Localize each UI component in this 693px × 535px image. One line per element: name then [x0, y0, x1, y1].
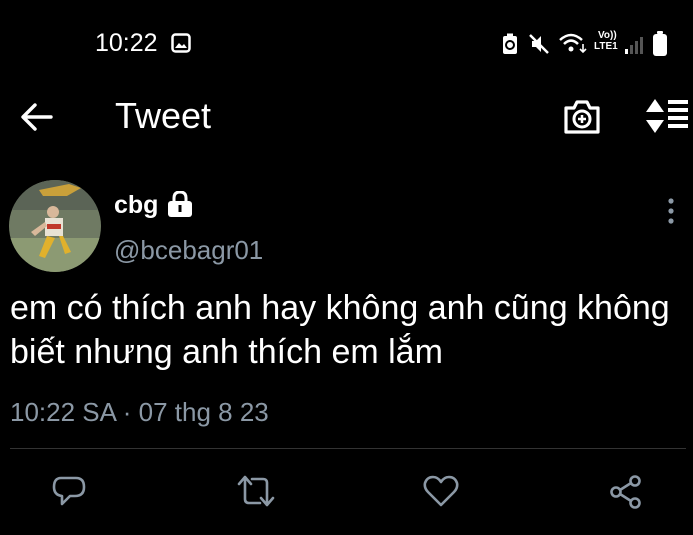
share-button[interactable] — [608, 474, 644, 510]
user-handle[interactable]: @bcebagr01 — [114, 234, 263, 266]
heart-icon — [423, 475, 459, 507]
camera-button[interactable] — [562, 98, 602, 136]
like-button[interactable] — [423, 475, 459, 507]
network-volte: Vo)) — [598, 30, 617, 41]
battery-icon — [652, 31, 668, 57]
reply-button[interactable] — [52, 474, 86, 508]
status-time: 10:22 — [95, 29, 158, 57]
lock-icon — [166, 191, 194, 217]
back-button[interactable] — [20, 101, 54, 133]
camera-add-icon — [564, 100, 600, 134]
sort-button[interactable] — [643, 98, 689, 134]
sort-icon — [646, 99, 688, 133]
mute-icon — [528, 33, 550, 55]
signal-icon — [624, 36, 644, 54]
network-lte: LTE1 — [594, 41, 618, 52]
gallery-notification-icon — [171, 33, 191, 53]
display-name[interactable]: cbg — [114, 190, 158, 220]
share-icon — [610, 475, 641, 509]
tweet-text: em có thích anh hay không anh cũng không… — [10, 289, 670, 371]
more-vertical-icon — [668, 198, 674, 224]
divider — [10, 448, 686, 449]
reply-icon — [52, 476, 86, 506]
battery-saver-icon — [502, 33, 518, 55]
wifi-icon — [557, 31, 589, 55]
arrow-left-icon — [21, 103, 53, 131]
tweet-timestamp: 10:22 SA · 07 thg 8 23 — [10, 397, 269, 427]
network-type: Vo)) LTE1 — [594, 30, 618, 52]
more-options-button[interactable] — [666, 197, 676, 225]
page-title: Tweet — [115, 95, 212, 136]
retweet-icon — [237, 475, 275, 507]
avatar[interactable] — [9, 180, 101, 272]
retweet-button[interactable] — [236, 474, 276, 508]
